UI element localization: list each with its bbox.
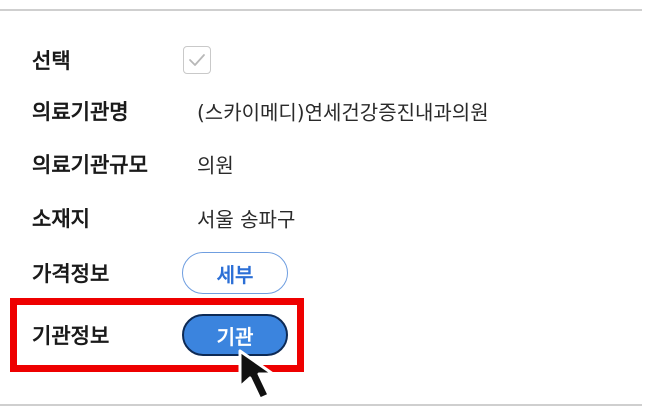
location-row: 소재지 서울 송파구: [0, 198, 642, 238]
institution-size-value: 의원: [197, 153, 234, 178]
bottom-divider: [0, 404, 642, 406]
top-divider: [0, 9, 642, 11]
location-value: 서울 송파구: [197, 207, 296, 232]
institution-name-label: 의료기관명: [32, 100, 129, 124]
institution-name-value: (스카이메디)연세건강증진내과의원: [197, 100, 489, 125]
institution-info-row: 기관정보 기관: [0, 314, 642, 356]
institution-info-label: 기관정보: [32, 324, 110, 348]
institution-info-button[interactable]: 기관: [182, 314, 288, 356]
institution-size-label: 의료기관규모: [32, 153, 148, 177]
location-label: 소재지: [32, 207, 90, 231]
select-row: 선택: [0, 40, 642, 80]
select-checkbox[interactable]: [183, 46, 211, 74]
price-info-row: 가격정보 세부: [0, 252, 642, 294]
select-label: 선택: [32, 49, 71, 73]
institution-name-row: 의료기관명 (스카이메디)연세건강증진내과의원: [0, 91, 642, 131]
institution-size-row: 의료기관규모 의원: [0, 144, 642, 184]
price-info-label: 가격정보: [32, 262, 110, 286]
check-icon: [189, 54, 205, 66]
price-detail-button[interactable]: 세부: [182, 252, 288, 294]
